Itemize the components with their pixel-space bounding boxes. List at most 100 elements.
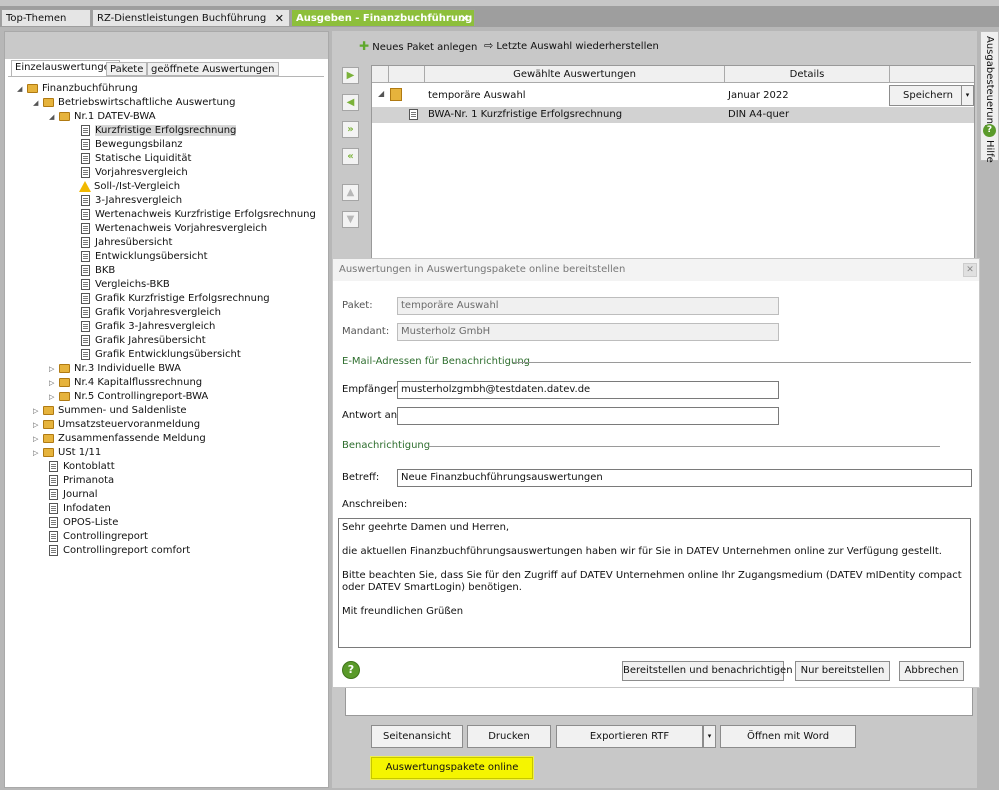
collapse-icon[interactable]: ◢ xyxy=(49,110,59,124)
tree-item[interactable]: Soll-/Ist-Vergleich xyxy=(17,180,316,194)
recipient-input[interactable]: musterholzgmbh@testdaten.datev.de xyxy=(397,381,779,399)
tree-item[interactable]: Grafik Entwicklungsübersicht xyxy=(17,348,316,362)
reply-to-input[interactable] xyxy=(397,407,779,425)
subtab-einzelauswertungen[interactable]: Einzelauswertungen xyxy=(11,60,121,76)
chevron-down-icon: ▾ xyxy=(707,732,712,740)
move-down-button[interactable]: ▼ xyxy=(342,211,359,228)
tab-top-themen[interactable]: Top-Themen xyxy=(1,9,91,26)
tree-item[interactable]: Bewegungsbilanz xyxy=(17,138,316,152)
tab-rz-dienstleistungen[interactable]: RZ-Dienstleistungen Buchführung ✕ xyxy=(92,9,290,26)
tree-item[interactable]: ▷ Nr.4 Kapitalflussrechnung xyxy=(17,376,316,390)
restore-selection-button[interactable]: ⇨ Letzte Auswahl wiederherstellen xyxy=(484,38,659,54)
subject-input[interactable]: Neue Finanzbuchführungsauswertungen xyxy=(397,469,972,487)
export-dropdown-button[interactable]: ▾ xyxy=(703,725,716,748)
table-row[interactable]: ◢ temporäre Auswahl Januar 2022 Speicher… xyxy=(372,85,974,107)
expand-icon[interactable]: ▷ xyxy=(49,362,59,376)
help-button[interactable]: ? xyxy=(342,661,360,679)
tree-label: Nr.5 Controllingreport-BWA xyxy=(74,391,209,402)
folder-icon xyxy=(59,377,70,387)
tree-item[interactable]: Wertenachweis Vorjahresvergleich xyxy=(17,222,316,236)
move-left-button[interactable]: ◀ xyxy=(342,94,359,111)
save-button[interactable]: Speichern xyxy=(889,85,967,106)
expand-icon[interactable]: ▷ xyxy=(33,418,43,432)
side-tab-output-control[interactable]: Ausgabesteuerung xyxy=(984,36,995,130)
grid-header-details[interactable]: Details xyxy=(725,66,890,83)
tree-label: Vorjahresvergleich xyxy=(95,167,188,178)
tree-label: Betriebswirtschaftliche Auswertung xyxy=(58,97,236,108)
table-row[interactable]: BWA-Nr. 1 Kurzfristige Erfolgsrechnung D… xyxy=(372,107,974,123)
close-icon[interactable]: ✕ xyxy=(460,10,469,27)
page-view-button[interactable]: Seitenansicht xyxy=(371,725,463,748)
cancel-button[interactable]: Abbrechen xyxy=(899,661,964,681)
tree-item[interactable]: OPOS-Liste xyxy=(17,516,316,530)
tree-item[interactable]: 3-Jahresvergleich xyxy=(17,194,316,208)
collapse-icon[interactable]: ◢ xyxy=(33,96,43,110)
tree-item[interactable]: Journal xyxy=(17,488,316,502)
help-icon[interactable]: ? xyxy=(983,124,996,137)
close-icon[interactable]: ✕ xyxy=(275,10,284,27)
grid-header-selected[interactable]: Gewählte Auswertungen xyxy=(425,66,725,83)
tree-item[interactable]: BKB xyxy=(17,264,316,278)
collapse-icon[interactable]: ◢ xyxy=(17,82,27,96)
tree-item[interactable]: ▷ Zusammenfassende Meldung xyxy=(17,432,316,446)
tree-item[interactable]: ▷ USt 1/11 xyxy=(17,446,316,460)
open-with-word-button[interactable]: Öffnen mit Word xyxy=(720,725,856,748)
expand-icon[interactable]: ▷ xyxy=(49,376,59,390)
expand-icon[interactable]: ▷ xyxy=(49,390,59,404)
tree-item[interactable]: Grafik Kurzfristige Erfolgsrechnung xyxy=(17,292,316,306)
tree-item[interactable]: Vergleichs-BKB xyxy=(17,278,316,292)
print-button[interactable]: Drucken xyxy=(467,725,551,748)
expand-icon[interactable]: ▷ xyxy=(33,404,43,418)
tab-ausgeben-finanzbuchfuehrung[interactable]: Ausgeben - Finanzbuchführung ✕ xyxy=(291,9,475,26)
button-label: Abbrechen xyxy=(904,665,959,676)
tree-item[interactable]: Infodaten xyxy=(17,502,316,516)
subtab-geoeffnete-auswertungen[interactable]: geöffnete Auswertungen xyxy=(147,62,279,76)
button-label: Öffnen mit Word xyxy=(746,731,830,742)
expand-icon[interactable]: ▷ xyxy=(33,432,43,446)
tree-item[interactable]: Controllingreport xyxy=(17,530,316,544)
tree-item[interactable]: ▷ Nr.5 Controllingreport-BWA xyxy=(17,390,316,404)
new-package-button[interactable]: ✚ Neues Paket anlegen xyxy=(359,38,477,54)
tree-item[interactable]: Statische Liquidität xyxy=(17,152,316,166)
tree-item[interactable]: Grafik 3-Jahresvergleich xyxy=(17,320,316,334)
document-icon xyxy=(81,236,90,248)
letter-textarea[interactable]: Sehr geehrte Damen und Herren, die aktue… xyxy=(338,518,971,648)
move-right-button[interactable]: ▶ xyxy=(342,67,359,84)
tree-item[interactable]: ▷ Summen- und Saldenliste xyxy=(17,404,316,418)
provide-and-notify-button[interactable]: Bereitstellen und benachrichtigen xyxy=(622,661,793,681)
tree-label: Kontoblatt xyxy=(63,461,115,472)
move-all-right-button[interactable]: » xyxy=(342,121,359,138)
tree-item[interactable]: Grafik Jahresübersicht xyxy=(17,334,316,348)
close-button[interactable]: ✕ xyxy=(963,263,977,277)
subtab-pakete[interactable]: Pakete xyxy=(106,62,148,76)
tree-label: Wertenachweis Kurzfristige Erfolgsrechnu… xyxy=(95,209,316,220)
move-all-left-button[interactable]: « xyxy=(342,148,359,165)
tree-item[interactable]: Primanota xyxy=(17,474,316,488)
side-tab-help[interactable]: Hilfe xyxy=(984,140,995,163)
collapse-icon[interactable]: ◢ xyxy=(378,89,384,98)
move-up-button[interactable]: ▲ xyxy=(342,184,359,201)
tree-item[interactable]: Kontoblatt xyxy=(17,460,316,474)
tree-item[interactable]: Entwicklungsübersicht xyxy=(17,250,316,264)
tree-item[interactable]: Controllingreport comfort xyxy=(17,544,316,558)
export-rtf-button[interactable]: Exportieren RTF xyxy=(556,725,703,748)
antwort-label: Antwort an: xyxy=(342,410,401,421)
tree-item[interactable]: ◢ Nr.1 DATEV-BWA xyxy=(17,110,316,124)
tree-label: Grafik Entwicklungsübersicht xyxy=(95,349,241,360)
save-dropdown-button[interactable]: ▾ xyxy=(961,85,974,106)
button-label: Exportieren RTF xyxy=(589,731,670,742)
tree-item[interactable]: ◢ Betriebswirtschaftliche Auswertung xyxy=(17,96,316,110)
tree-item[interactable]: Kurzfristige Erfolgsrechnung xyxy=(17,124,316,138)
arrow-right-icon: ⇨ xyxy=(484,39,494,52)
provide-only-button[interactable]: Nur bereitstellen xyxy=(795,661,890,681)
tree-item[interactable]: ▷ Umsatzsteuervoranmeldung xyxy=(17,418,316,432)
tree-item[interactable]: ▷ Nr.3 Individuelle BWA xyxy=(17,362,316,376)
packages-online-button[interactable]: Auswertungspakete online xyxy=(371,757,533,779)
tree-item[interactable]: Grafik Vorjahresvergleich xyxy=(17,306,316,320)
tree-item[interactable]: Vorjahresvergleich xyxy=(17,166,316,180)
tree-item[interactable]: Jahresübersicht xyxy=(17,236,316,250)
expand-icon[interactable]: ▷ xyxy=(33,446,43,460)
tree-item[interactable]: ◢ Finanzbuchführung xyxy=(17,82,316,96)
subtab-label: geöffnete Auswertungen xyxy=(151,64,275,75)
tree-item[interactable]: Wertenachweis Kurzfristige Erfolgsrechnu… xyxy=(17,208,316,222)
